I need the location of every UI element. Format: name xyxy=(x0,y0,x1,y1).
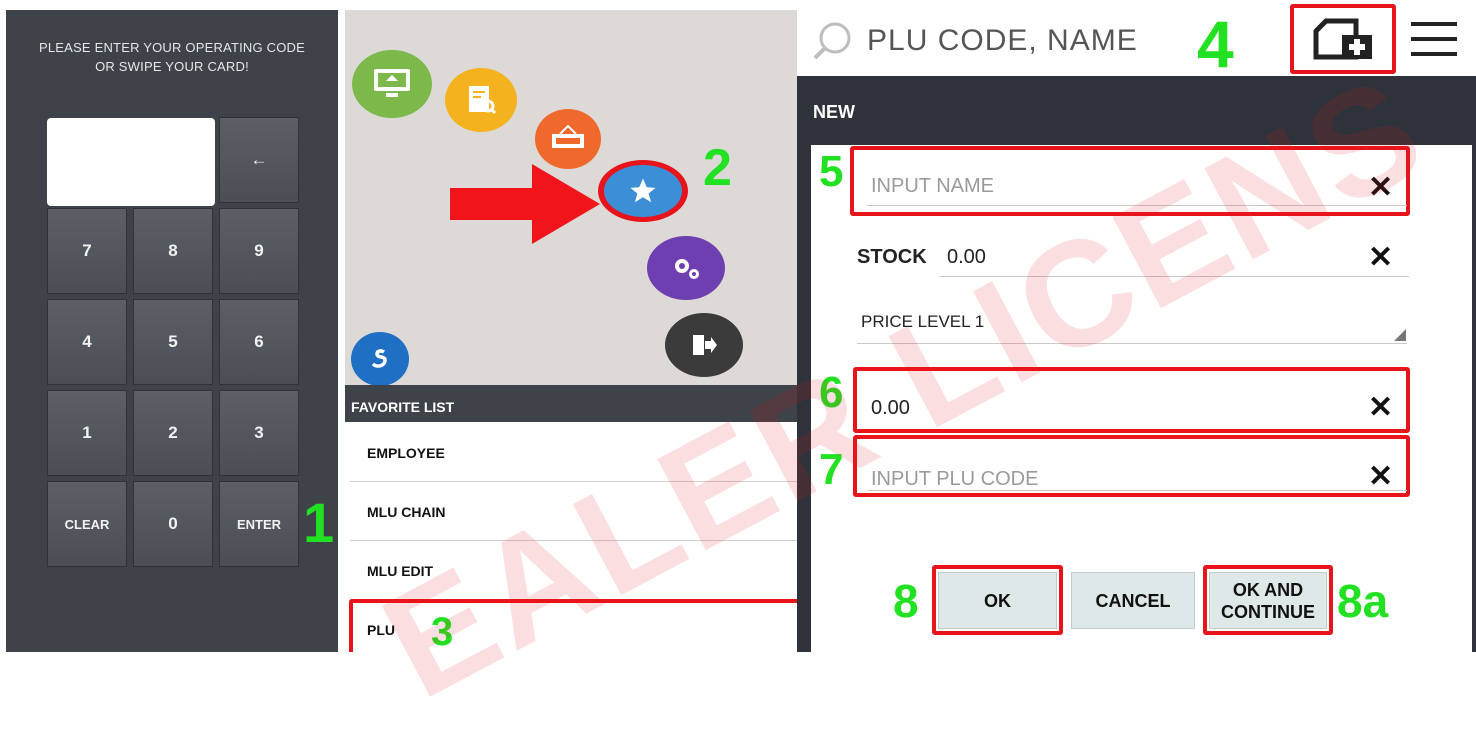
dropdown-arrow-icon[interactable] xyxy=(1394,329,1406,341)
clear-plu-code-icon[interactable]: ✕ xyxy=(1368,462,1393,492)
prompt-line-1: PLEASE ENTER YOUR OPERATING CODE xyxy=(39,40,305,55)
hamburger-menu-icon[interactable] xyxy=(1411,22,1457,56)
step-8a-label: 8a xyxy=(1337,575,1389,627)
key-1[interactable]: 1 xyxy=(47,390,127,476)
operating-code-panel: PLEASE ENTER YOUR OPERATING CODE OR SWIP… xyxy=(0,0,338,652)
step-2-label: 2 xyxy=(703,139,732,197)
ok-continue-line-2: CONTINUE xyxy=(1221,601,1315,622)
monitor-icon[interactable] xyxy=(352,50,432,118)
clear-price-icon[interactable]: ✕ xyxy=(1368,393,1393,423)
clear-key[interactable]: CLEAR xyxy=(47,481,127,567)
main-menu-panel: 2 xyxy=(345,10,797,385)
stock-label: STOCK xyxy=(857,246,927,268)
list-item-employee[interactable]: EMPLOYEE xyxy=(350,424,797,482)
backspace-key[interactable]: ← xyxy=(219,117,299,203)
key-2[interactable]: 2 xyxy=(133,390,213,476)
favorite-list-panel: FAVORITE LIST EMPLOYEE MLU CHAIN MLU EDI… xyxy=(345,385,797,652)
favorite-list-header: FAVORITE LIST xyxy=(345,385,797,422)
clear-name-icon[interactable]: ✕ xyxy=(1368,173,1393,203)
code-display xyxy=(47,118,215,206)
refresh-icon[interactable] xyxy=(351,332,409,385)
new-plu-form: 5 INPUT NAME ✕ STOCK 0.00 ✕ PRICE LEVEL … xyxy=(811,145,1472,652)
ok-button[interactable]: OK xyxy=(938,572,1057,629)
dialog-title: NEW xyxy=(813,102,855,122)
name-underline xyxy=(867,205,1407,206)
plu-highlight-box xyxy=(349,599,797,652)
list-item-label: EMPLOYEE xyxy=(367,444,445,461)
key-7[interactable]: 7 xyxy=(47,208,127,294)
prompt-line-2: OR SWIPE YOUR CARD! xyxy=(95,59,249,74)
key-4[interactable]: 4 xyxy=(47,299,127,385)
name-input[interactable]: INPUT NAME xyxy=(871,175,994,198)
list-item-mlu-chain[interactable]: MLU CHAIN xyxy=(350,483,797,541)
step-3-label: 3 xyxy=(431,610,454,652)
price-input[interactable]: 0.00 xyxy=(871,397,910,420)
arrow-icon xyxy=(450,164,600,244)
step-5-label: 5 xyxy=(819,147,844,196)
favorites-highlight xyxy=(598,160,688,222)
plu-code-input[interactable]: INPUT PLU CODE xyxy=(871,468,1038,491)
list-item-mlu-edit[interactable]: MLU EDIT xyxy=(350,542,797,600)
plu-code-underline xyxy=(867,490,1407,491)
plu-search-bar: PLU CODE, NAME 4 xyxy=(797,0,1476,76)
key-6[interactable]: 6 xyxy=(219,299,299,385)
key-5[interactable]: 5 xyxy=(133,299,213,385)
star-icon[interactable] xyxy=(604,165,682,217)
step-7-label: 7 xyxy=(819,445,844,494)
key-8[interactable]: 8 xyxy=(133,208,213,294)
step-1-label: 1 xyxy=(303,491,335,554)
step-6-label: 6 xyxy=(819,368,844,417)
receipt-search-icon[interactable] xyxy=(445,68,517,132)
price-level-select[interactable]: PRICE LEVEL 1 xyxy=(861,312,984,332)
gear-icon[interactable] xyxy=(647,236,725,300)
stock-underline xyxy=(939,276,1409,277)
login-prompt: PLEASE ENTER YOUR OPERATING CODE OR SWIP… xyxy=(6,38,338,76)
price-highlight-box xyxy=(853,367,1410,433)
key-3[interactable]: 3 xyxy=(219,390,299,476)
new-plu-dialog: NEW 5 INPUT NAME ✕ STOCK 0.00 ✕ PRICE LE… xyxy=(797,76,1476,652)
exit-icon[interactable] xyxy=(665,313,743,377)
key-9[interactable]: 9 xyxy=(219,208,299,294)
stock-input[interactable]: 0.00 xyxy=(947,246,986,269)
step-4-label: 4 xyxy=(1197,7,1234,76)
list-item-label: MLU EDIT xyxy=(367,562,434,579)
ok-and-continue-button[interactable]: OK AND CONTINUE xyxy=(1209,572,1327,629)
enter-key[interactable]: ENTER xyxy=(219,481,299,567)
key-0[interactable]: 0 xyxy=(133,481,213,567)
cancel-button[interactable]: CANCEL xyxy=(1071,572,1195,629)
add-new-icon[interactable] xyxy=(1312,17,1376,61)
clear-stock-icon[interactable]: ✕ xyxy=(1368,243,1393,273)
ok-continue-line-1: OK AND xyxy=(1232,579,1304,600)
open-sign-icon[interactable] xyxy=(535,109,601,169)
search-icon[interactable] xyxy=(809,20,857,64)
step-8-label: 8 xyxy=(893,575,919,627)
list-item-label: MLU CHAIN xyxy=(367,503,446,520)
search-input[interactable]: PLU CODE, NAME xyxy=(867,24,1138,58)
price-level-underline xyxy=(857,343,1407,344)
